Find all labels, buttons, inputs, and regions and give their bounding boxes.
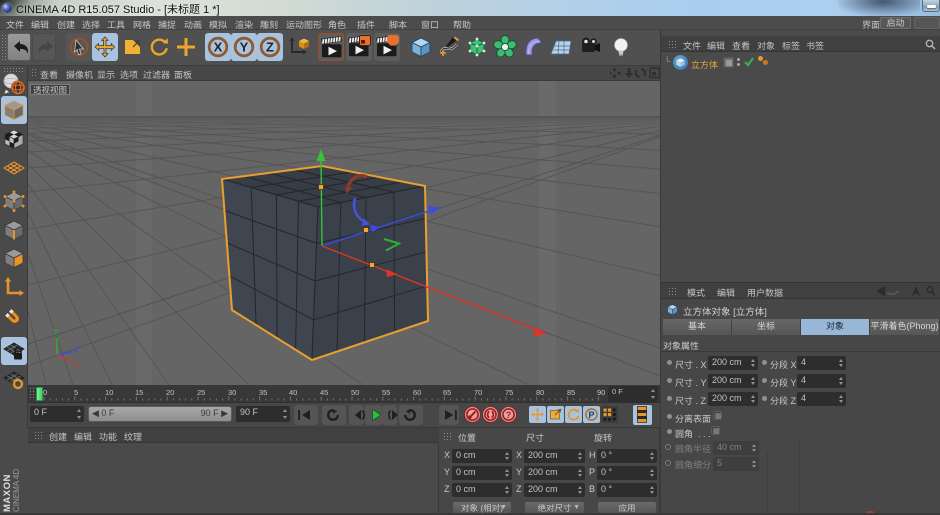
svg-text:?: ?	[506, 410, 512, 420]
svg-text:Y: Y	[240, 40, 249, 55]
svg-text:P: P	[588, 410, 594, 420]
svg-text:X: X	[73, 361, 79, 370]
svg-text:Z: Z	[74, 345, 79, 354]
svg-text:Z: Z	[266, 40, 274, 55]
svg-text:X: X	[214, 40, 223, 55]
svg-text:Y: Y	[53, 328, 59, 337]
